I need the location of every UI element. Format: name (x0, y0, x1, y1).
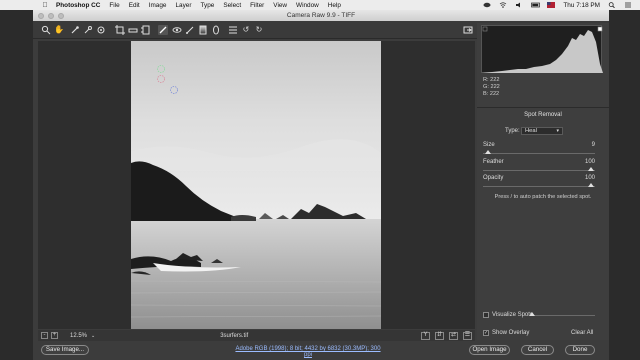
hand-icon[interactable]: ✋ (54, 25, 64, 35)
cancel-button[interactable]: Cancel (521, 345, 554, 355)
graduated-filter-icon[interactable] (198, 25, 208, 35)
visualize-threshold-slider[interactable] (529, 312, 595, 316)
spotlight-icon[interactable] (608, 2, 616, 9)
battery-icon[interactable] (531, 2, 541, 8)
size-slider[interactable] (483, 150, 595, 154)
menu-select[interactable]: Select (223, 2, 241, 9)
red-eye-icon[interactable] (172, 25, 182, 35)
swap-views-icon[interactable]: ⇵ (435, 331, 444, 340)
auto-patch-hint: Press / to auto patch the selected spot. (494, 194, 592, 200)
spot-removal-brush-icon[interactable] (158, 25, 168, 35)
feather-slider-thumb[interactable] (588, 167, 594, 171)
file-name: 3surfers.tif (220, 332, 249, 339)
adjustments-panel: R: 222 G: 222 B: 222 Spot Removal Type: … (477, 23, 609, 340)
rotate-left-icon[interactable]: ↺ (241, 25, 251, 35)
before-after-toggle-icon[interactable]: Y (421, 331, 430, 340)
transform-icon[interactable] (141, 25, 151, 35)
copy-settings-icon[interactable]: ⇄ (449, 331, 458, 340)
adjustment-brush-icon[interactable] (185, 25, 195, 35)
visualize-spots-checkbox[interactable] (483, 312, 489, 318)
menu-filter[interactable]: Filter (250, 2, 264, 9)
opacity-value[interactable]: 100 (575, 175, 595, 181)
zoom-in-button[interactable]: + (51, 332, 58, 339)
preferences-list-icon[interactable] (228, 25, 238, 35)
green-value: G: 222 (483, 84, 500, 90)
dialog-footer: Save Image... Adobe RGB (1998); 8 bit; 4… (33, 342, 609, 360)
zoom-out-button[interactable]: - (41, 332, 48, 339)
section-title: Spot Removal (524, 112, 562, 118)
menu-file[interactable]: File (109, 2, 119, 9)
show-overlay-label: Show Overlay (492, 330, 530, 336)
crop-icon[interactable] (115, 25, 125, 35)
histogram (481, 25, 603, 73)
menu-layer[interactable]: Layer (175, 2, 191, 9)
zoom-chevron-icon[interactable]: ⌄ (91, 333, 95, 339)
opacity-label: Opacity (483, 175, 504, 181)
menu-edit[interactable]: Edit (129, 2, 140, 9)
open-image-button[interactable]: Open Image (469, 345, 510, 355)
type-select[interactable]: Heal ▾ (521, 127, 563, 135)
menu-window[interactable]: Window (296, 2, 319, 9)
size-label: Size (483, 142, 495, 148)
divider (477, 107, 609, 108)
title-bar: Camera Raw 9.9 - TIFF (33, 10, 609, 21)
opacity-slider[interactable] (483, 183, 595, 187)
menu-help[interactable]: Help (328, 2, 341, 9)
feather-label: Feather (483, 159, 504, 165)
apple-menu-icon[interactable]:  (40, 2, 50, 9)
show-overlay-checkbox[interactable]: ✓ (483, 330, 489, 336)
eyedropper-icon[interactable] (70, 25, 80, 35)
rgb-readout: R: 222 G: 222 B: 222 (483, 77, 500, 98)
type-label: Type: (505, 128, 520, 134)
feather-value[interactable]: 100 (575, 159, 595, 165)
blue-value: B: 222 (483, 91, 500, 97)
menu-type[interactable]: Type (200, 2, 214, 9)
preview-settings-icon[interactable]: ☰ (463, 331, 472, 340)
workflow-options-link[interactable]: Adobe RGB (1998); 8 bit; 4432 by 6832 (3… (233, 346, 383, 358)
flag-icon[interactable] (547, 2, 556, 8)
zoom-icon[interactable] (41, 25, 51, 35)
feather-slider[interactable] (483, 167, 595, 171)
type-value: Heal (525, 128, 537, 134)
menu-view[interactable]: View (273, 2, 287, 9)
wifi-icon[interactable] (499, 2, 507, 8)
preview-canvas[interactable] (38, 41, 475, 329)
straighten-icon[interactable] (128, 25, 138, 35)
window-title: Camera Raw 9.9 - TIFF (286, 12, 356, 19)
radial-filter-icon[interactable] (211, 25, 221, 35)
creative-cloud-icon[interactable] (483, 2, 491, 8)
camera-raw-dialog: Camera Raw 9.9 - TIFF ✋ ↺ ↻ - + 12.5% ⌄ … (33, 10, 609, 360)
target-adjust-icon[interactable] (96, 25, 106, 35)
chevron-down-icon: ▾ (556, 128, 559, 134)
zoom-level[interactable]: 12.5% (70, 333, 87, 339)
menu-image[interactable]: Image (149, 2, 167, 9)
opacity-slider-thumb[interactable] (588, 183, 594, 187)
rotate-right-icon[interactable]: ↻ (254, 25, 264, 35)
red-value: R: 222 (483, 77, 500, 83)
color-sampler-icon[interactable] (83, 25, 93, 35)
volume-icon[interactable] (515, 2, 523, 8)
fullscreen-toggle-icon[interactable] (463, 25, 473, 35)
size-slider-thumb[interactable] (485, 150, 491, 154)
done-button[interactable]: Done (565, 345, 595, 355)
visualize-slider-thumb[interactable] (529, 312, 535, 316)
mac-menu-bar:  Photoshop CC File Edit Image Layer Typ… (0, 0, 640, 10)
list-icon[interactable] (624, 2, 632, 8)
app-name-menu[interactable]: Photoshop CC (56, 2, 100, 9)
photo-preview[interactable] (131, 41, 381, 329)
size-value[interactable]: 9 (575, 142, 595, 148)
clock[interactable]: Thu 7:18 PM (563, 2, 600, 9)
visualize-spots-label: Visualize Spots (492, 312, 533, 318)
status-bar: - + 12.5% ⌄ 3surfers.tif Y ⇵ ⇄ ☰ (38, 330, 475, 341)
save-image-button[interactable]: Save Image... (41, 345, 89, 355)
clear-all-button[interactable]: Clear All (571, 330, 593, 336)
